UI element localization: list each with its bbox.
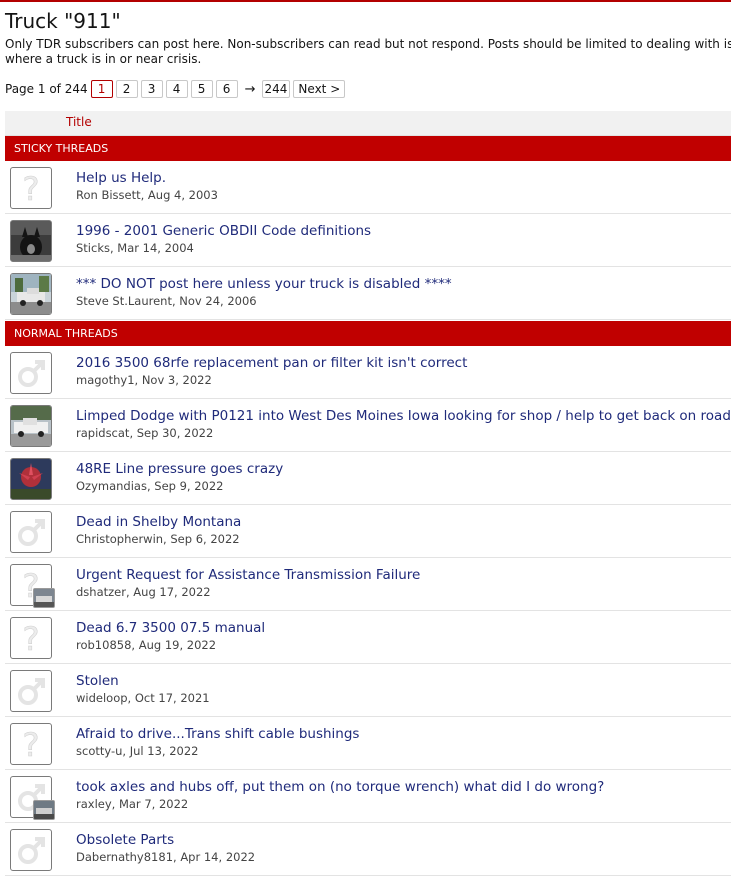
- top-accent-line: [0, 0, 731, 2]
- thread-row: Limped Dodge with P0121 into West Des Mo…: [5, 399, 731, 452]
- thread-title-link[interactable]: Dead 6.7 3500 07.5 manual: [76, 620, 265, 636]
- question-mark-icon[interactable]: ?: [10, 167, 52, 209]
- question-mark-icon[interactable]: ?: [10, 617, 52, 659]
- thread-row: ? Urgent Request for Assistance Transmis…: [5, 558, 731, 611]
- pagination: Page 1 of 244 1 2 3 4 5 6 → 244 Next >: [5, 80, 348, 98]
- thread-meta: magothy1, Nov 3, 2022: [76, 373, 212, 387]
- thread-row: 48RE Line pressure goes crazy Ozymandias…: [5, 452, 731, 505]
- question-mark-icon[interactable]: ?: [10, 723, 52, 765]
- thread-title-link[interactable]: took axles and hubs off, put them on (no…: [76, 779, 604, 795]
- page-title: Truck "911": [5, 9, 121, 33]
- plant-photo-avatar[interactable]: [10, 458, 52, 500]
- page-link-1[interactable]: 1: [90, 80, 113, 98]
- thread-row: Obsolete Parts Dabernathy8181, Apr 14, 2…: [5, 823, 731, 876]
- normal-threads-header: NORMAL THREADS: [5, 321, 731, 346]
- thread-meta: Dabernathy8181, Apr 14, 2022: [76, 850, 256, 864]
- last-poster-avatar[interactable]: [33, 588, 55, 608]
- last-poster-avatar[interactable]: [33, 800, 55, 820]
- thread-title-link[interactable]: Dead in Shelby Montana: [76, 514, 241, 530]
- svg-text:?: ?: [23, 726, 40, 764]
- thread-row: 2016 3500 68rfe replacement pan or filte…: [5, 346, 731, 399]
- thread-meta: Sticks, Mar 14, 2004: [76, 241, 194, 255]
- thread-row: Stolen wideloop, Oct 17, 2021: [5, 664, 731, 717]
- forum-description: Only TDR subscribers can post here. Non-…: [5, 37, 731, 66]
- truck-photo-avatar[interactable]: [10, 405, 52, 447]
- thread-row: *** DO NOT post here unless your truck i…: [5, 267, 731, 320]
- thread-row: ? Dead 6.7 3500 07.5 manual rob10858, Au…: [5, 611, 731, 664]
- thread-title-link[interactable]: 48RE Line pressure goes crazy: [76, 461, 283, 477]
- page-link-6[interactable]: 6: [215, 80, 238, 98]
- thread-meta: wideloop, Oct 17, 2021: [76, 691, 210, 705]
- thread-title-link[interactable]: Stolen: [76, 673, 119, 689]
- page-link-last[interactable]: 244: [261, 80, 291, 98]
- page-link-3[interactable]: 3: [140, 80, 163, 98]
- thread-meta: raxley, Mar 7, 2022: [76, 797, 189, 811]
- thread-title-link[interactable]: Limped Dodge with P0121 into West Des Mo…: [76, 408, 731, 424]
- male-symbol-icon[interactable]: [10, 352, 52, 394]
- male-symbol-icon[interactable]: [10, 829, 52, 871]
- thread-title-link[interactable]: 2016 3500 68rfe replacement pan or filte…: [76, 355, 467, 371]
- thread-row: 1996 - 2001 Generic OBDII Code definitio…: [5, 214, 731, 267]
- thread-title-link[interactable]: Urgent Request for Assistance Transmissi…: [76, 567, 420, 583]
- thread-meta: scotty-u, Jul 13, 2022: [76, 744, 199, 758]
- thread-meta: dshatzer, Aug 17, 2022: [76, 585, 211, 599]
- thread-row: ? Help us Help. Ron Bissett, Aug 4, 2003: [5, 161, 731, 214]
- title-column-header[interactable]: Title: [66, 115, 92, 129]
- thread-row: ? Afraid to drive...Trans shift cable bu…: [5, 717, 731, 770]
- jump-arrow-icon: →: [244, 81, 256, 97]
- thread-meta: rapidscat, Sep 30, 2022: [76, 426, 214, 440]
- thread-meta: Ron Bissett, Aug 4, 2003: [76, 188, 218, 202]
- page-link-4[interactable]: 4: [165, 80, 188, 98]
- sticky-threads-header: STICKY THREADS: [5, 136, 731, 161]
- thread-title-link[interactable]: Obsolete Parts: [76, 832, 174, 848]
- thread-title-link[interactable]: 1996 - 2001 Generic OBDII Code definitio…: [76, 223, 371, 239]
- male-symbol-icon[interactable]: [10, 670, 52, 712]
- next-page-button[interactable]: Next >: [293, 80, 346, 98]
- thread-meta: Ozymandias, Sep 9, 2022: [76, 479, 224, 493]
- thread-row: took axles and hubs off, put them on (no…: [5, 770, 731, 823]
- thread-meta: rob10858, Aug 19, 2022: [76, 638, 217, 652]
- page-count-label: Page 1 of 244: [5, 82, 88, 96]
- page-link-5[interactable]: 5: [190, 80, 213, 98]
- thread-meta: Steve St.Laurent, Nov 24, 2006: [76, 294, 257, 308]
- thread-meta: Christopherwin, Sep 6, 2022: [76, 532, 240, 546]
- table-header: Title: [5, 111, 731, 136]
- thread-title-link[interactable]: *** DO NOT post here unless your truck i…: [76, 276, 452, 292]
- truck-photo-avatar[interactable]: [10, 273, 52, 315]
- dog-photo-avatar[interactable]: [10, 220, 52, 262]
- thread-title-link[interactable]: Help us Help.: [76, 170, 166, 186]
- svg-text:?: ?: [23, 170, 40, 208]
- male-symbol-icon[interactable]: [10, 511, 52, 553]
- svg-text:?: ?: [23, 620, 40, 658]
- thread-row: Dead in Shelby Montana Christopherwin, S…: [5, 505, 731, 558]
- thread-title-link[interactable]: Afraid to drive...Trans shift cable bush…: [76, 726, 359, 742]
- page-link-2[interactable]: 2: [115, 80, 138, 98]
